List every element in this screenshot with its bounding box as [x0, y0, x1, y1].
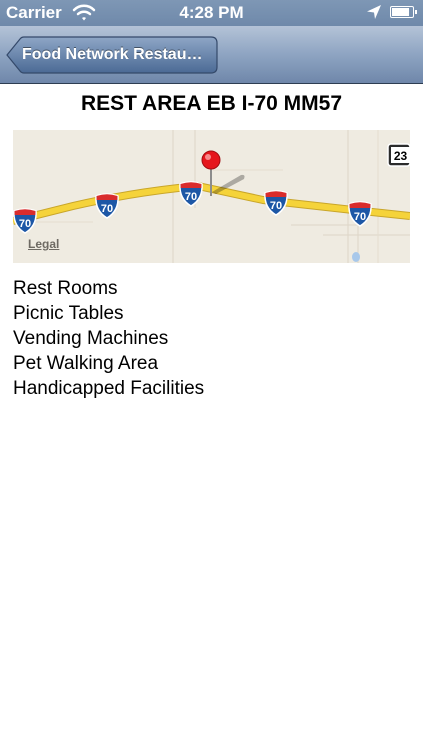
- page-title: REST AREA EB I-70 MM57: [81, 92, 342, 115]
- amenity-item: Pet Walking Area: [13, 353, 159, 374]
- amenity-item: Handicapped Facilities: [13, 378, 205, 399]
- map-legal-link[interactable]: Legal: [28, 237, 59, 251]
- back-button-label: Food Network Restau…: [22, 46, 203, 63]
- map-pin-icon[interactable]: [201, 150, 221, 170]
- svg-text:70: 70: [19, 218, 31, 230]
- amenity-item: Vending Machines: [13, 328, 169, 349]
- battery-fill: [392, 8, 409, 16]
- svg-text:70: 70: [270, 200, 282, 212]
- svg-text:23: 23: [394, 149, 408, 163]
- local-roads: [172, 130, 410, 263]
- back-button[interactable]: Food Network Restau…: [6, 36, 218, 74]
- svg-text:70: 70: [354, 211, 366, 223]
- location-arrow-icon: [367, 5, 381, 19]
- svg-text:70: 70: [101, 203, 113, 215]
- svg-text:70: 70: [185, 191, 197, 203]
- interstate-shield: 70: [95, 193, 119, 219]
- amenity-item: Picnic Tables: [13, 303, 124, 324]
- amenity-item: Rest Rooms: [13, 278, 118, 299]
- status-bar: Carrier 4:28 PM: [0, 0, 423, 26]
- interstate-shield: 70: [348, 201, 372, 227]
- interstate-shield: 70: [264, 190, 288, 216]
- navigation-bar: Food Network Restau…: [0, 26, 423, 84]
- water-feature: [352, 252, 360, 262]
- battery-icon: [390, 6, 417, 18]
- clock: 4:28 PM: [179, 3, 244, 22]
- interstate-shield: 70: [179, 181, 203, 207]
- map-view[interactable]: 70 70 70 70 70 23 Legal: [13, 130, 410, 263]
- interstate-shield: 70: [13, 208, 37, 234]
- route-badge: 23: [387, 143, 410, 167]
- amenities-list: Rest Rooms Picnic Tables Vending Machines P…: [13, 276, 204, 401]
- map-canvas: 70 70 70 70 70 23: [13, 130, 410, 263]
